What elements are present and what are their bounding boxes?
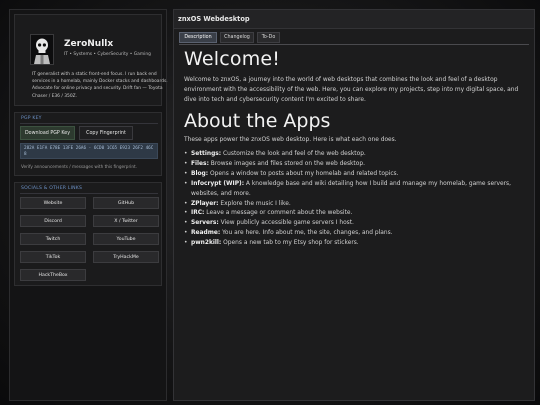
- profile-tagline: IT • Systems • CyberSecurity • Gaming: [64, 52, 151, 57]
- readme-window: znxOS Webdesktop Description Changelog T…: [173, 9, 535, 401]
- app-description: Explore the music I like.: [218, 200, 291, 207]
- discord-link-button[interactable]: Discord: [20, 215, 86, 227]
- list-item: Servers: View publicly accessible game s…: [184, 219, 530, 229]
- tab-changelog[interactable]: Changelog: [220, 32, 254, 43]
- app-name: Readme:: [191, 230, 221, 237]
- youtube-link-button[interactable]: YouTube: [93, 233, 159, 245]
- divider: [20, 123, 158, 124]
- twitch-link-button[interactable]: Twitch: [20, 233, 86, 245]
- profile-sidebar: ZeroNullx IT • Systems • CyberSecurity •…: [9, 9, 168, 401]
- apps-heading: About the Apps: [184, 110, 331, 132]
- welcome-text: Welcome to znxOS, a journey into the wor…: [184, 77, 519, 103]
- download-pgp-key-button[interactable]: Download PGP Key: [20, 126, 75, 140]
- app-description: Browse images and files stored on the we…: [208, 160, 365, 167]
- list-item: ZPlayer: Explore the music I like.: [184, 200, 530, 210]
- list-item: Files: Browse images and files stored on…: [184, 160, 530, 170]
- copy-fingerprint-button[interactable]: Copy Fingerprint: [79, 126, 133, 140]
- hackthebox-link-button[interactable]: HackTheBox: [20, 269, 86, 281]
- list-item: pwn2kill: Opens a new tab to my Etsy sho…: [184, 239, 530, 249]
- tab-todo[interactable]: To-Do: [257, 32, 280, 43]
- tiktok-link-button[interactable]: TikTok: [20, 251, 86, 263]
- app-name: Settings:: [191, 151, 222, 157]
- app-description: Leave a message or comment about the web…: [204, 210, 353, 217]
- avatar: [30, 34, 54, 65]
- app-description: You are here. Info about me, the site, c…: [220, 230, 393, 237]
- apps-list: Settings: Customize the look and feel of…: [184, 150, 530, 249]
- pgp-note: Verify announcements / messages with thi…: [21, 164, 137, 169]
- window-titlebar[interactable]: znxOS Webdesktop: [174, 10, 534, 29]
- list-item: IRC: Leave a message or comment about th…: [184, 209, 530, 219]
- list-item: Infocrypt (WIP): A knowledge base and wi…: [184, 180, 530, 200]
- pgp-fingerprint: 282A E1FA E78E 13FE 26A6 · 6CD0 1C65 E92…: [20, 143, 158, 159]
- pgp-section: PGP KEY Download PGP Key Copy Fingerprin…: [14, 112, 162, 176]
- app-description: Opens a window to posts about my homelab…: [208, 170, 399, 177]
- x-twitter-link-button[interactable]: X / Twitter: [93, 215, 159, 227]
- apps-intro: These apps power the znxOS web desktop. …: [184, 137, 397, 143]
- description-content: Welcome! Welcome to znxOS, a journey int…: [184, 48, 530, 249]
- list-item: Readme: You are here. Info about me, the…: [184, 229, 530, 239]
- profile-bio: IT generalist with a static front-end fo…: [32, 72, 168, 99]
- app-description: Customize the look and feel of the web d…: [221, 151, 366, 157]
- list-item: Blog: Opens a window to posts about my h…: [184, 170, 530, 180]
- pgp-section-title: PGP KEY: [21, 116, 42, 121]
- profile-name: ZeroNullx: [64, 39, 114, 49]
- welcome-heading: Welcome!: [184, 48, 281, 70]
- tryhackme-link-button[interactable]: TryHackMe: [93, 251, 159, 263]
- divider: [20, 193, 158, 194]
- app-name: IRC:: [191, 210, 205, 217]
- app-name: Files:: [191, 160, 209, 167]
- app-name: Blog:: [191, 170, 209, 177]
- divider: [179, 44, 529, 45]
- skull-avatar-icon: [31, 35, 53, 64]
- app-description: View publicly accessible game servers I …: [218, 220, 354, 227]
- list-item: Settings: Customize the look and feel of…: [184, 150, 530, 160]
- app-name: Infocrypt (WIP):: [191, 180, 245, 187]
- tab-description[interactable]: Description: [179, 32, 217, 43]
- app-name: pwn2kill:: [191, 240, 222, 247]
- app-name: ZPlayer:: [191, 200, 219, 207]
- website-link-button[interactable]: Website: [20, 197, 86, 209]
- app-description: Opens a new tab to my Etsy shop for stic…: [221, 240, 359, 247]
- socials-section: SOCIALS & OTHER LINKS Website GitHub Dis…: [14, 182, 162, 286]
- window-title: znxOS Webdesktop: [178, 15, 250, 23]
- app-name: Servers:: [191, 220, 219, 227]
- profile-card: ZeroNullx IT • Systems • CyberSecurity •…: [14, 14, 168, 106]
- github-link-button[interactable]: GitHub: [93, 197, 159, 209]
- socials-section-title: SOCIALS & OTHER LINKS: [21, 186, 83, 191]
